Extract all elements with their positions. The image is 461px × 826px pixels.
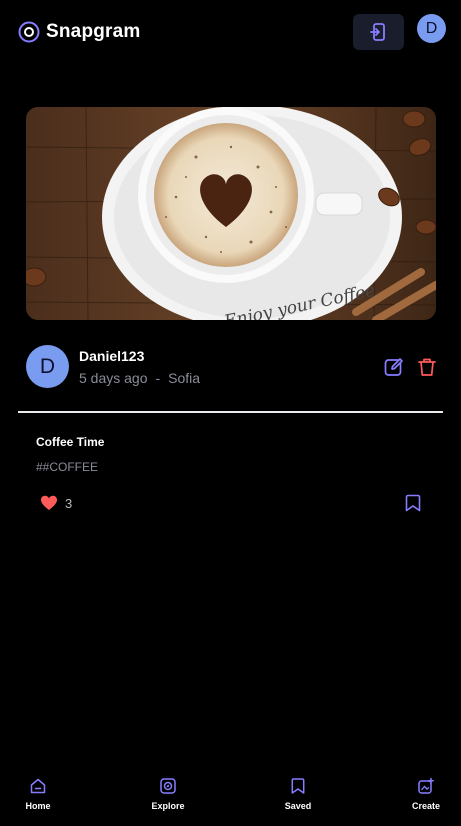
nav-home-label: Home: [25, 801, 51, 811]
explore-icon: [160, 778, 176, 794]
snapgram-logo-icon: [18, 21, 40, 43]
brand-logo[interactable]: Snapgram: [18, 21, 141, 43]
post-time: 5 days ago: [79, 370, 148, 386]
top-bar: Snapgram D: [0, 0, 461, 64]
post-caption: Coffee Time: [36, 435, 105, 449]
profile-avatar[interactable]: D: [417, 14, 446, 43]
coffee-cup-image: Enjoy your Coffee: [26, 107, 436, 320]
meta-separator: -: [155, 370, 161, 386]
logout-button[interactable]: [353, 14, 404, 50]
post-meta: 5 days ago - Sofia: [79, 370, 200, 386]
nav-saved-label: Saved: [284, 801, 312, 811]
bookmark-icon: [291, 778, 305, 794]
bookmark-icon[interactable]: [403, 493, 423, 513]
edit-icon[interactable]: [383, 356, 405, 378]
nav-explore[interactable]: Explore: [138, 777, 198, 811]
post-tags[interactable]: ##COFFEE: [36, 460, 98, 474]
post-author-row: D Daniel123 5 days ago - Sofia: [26, 345, 436, 389]
delete-icon[interactable]: [416, 356, 438, 378]
author-name[interactable]: Daniel123: [79, 348, 144, 364]
nav-create-label: Create: [411, 801, 440, 811]
home-icon: [30, 778, 46, 794]
nav-explore-label: Explore: [151, 801, 185, 811]
app-name: Snapgram: [46, 21, 141, 42]
divider: [18, 411, 443, 413]
create-icon: [418, 777, 434, 794]
nav-create[interactable]: Create: [396, 777, 456, 811]
like-heart-icon[interactable]: [40, 494, 58, 512]
nav-saved[interactable]: Saved: [268, 777, 328, 811]
post-location: Sofia: [168, 370, 201, 386]
bottom-nav: Home Explore Saved Create: [0, 772, 461, 826]
author-avatar[interactable]: D: [26, 345, 69, 388]
logout-icon: [369, 23, 385, 41]
post-image[interactable]: Enjoy your Coffee: [26, 107, 436, 320]
like-count: 3: [65, 496, 73, 511]
nav-home[interactable]: Home: [8, 777, 68, 811]
